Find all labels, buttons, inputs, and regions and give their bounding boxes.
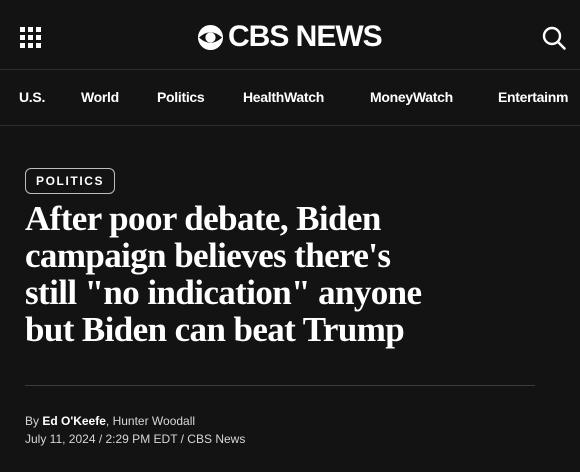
nav-item-entertainment[interactable]: Entertainm: [498, 89, 568, 105]
cbs-news-logo[interactable]: CBS NEWS: [197, 20, 383, 54]
headline-line: but Biden can beat Trump: [25, 310, 405, 349]
grid-dot: [20, 43, 25, 48]
grid-dot: [28, 27, 33, 32]
logo-wordmark: CBS NEWS: [228, 20, 383, 53]
headline-line: campaign believes there's: [25, 236, 391, 275]
article-header: POLITICS After poor debate, Biden campai…: [0, 126, 580, 472]
dateline: July 11, 2024 / 2:29 PM EDT / CBS News: [25, 432, 246, 446]
byline: By Ed O'Keefe, Hunter Woodall: [25, 414, 195, 428]
nav-item-healthwatch[interactable]: HealthWatch: [243, 89, 324, 105]
top-bar: CBS NEWS: [0, 0, 580, 70]
grid-dot: [20, 35, 25, 40]
grid-dot: [36, 27, 41, 32]
nav-item-politics[interactable]: Politics: [157, 89, 205, 105]
byline-prefix: By: [25, 414, 43, 428]
grid-dot: [20, 27, 25, 32]
grid-dot: [36, 43, 41, 48]
headline-line: still "no indication" anyone: [25, 273, 422, 312]
headline: After poor debate, Biden campaign believ…: [25, 200, 545, 348]
author-link[interactable]: Hunter Woodall: [113, 414, 196, 428]
nav-item-us[interactable]: U.S.: [19, 89, 45, 105]
section-nav: U.S. World Politics HealthWatch MoneyWat…: [0, 70, 580, 126]
cbs-eye-icon: [197, 24, 224, 50]
grid-dot: [28, 43, 33, 48]
headline-line: After poor debate, Biden: [25, 199, 381, 238]
author-link[interactable]: Ed O'Keefe: [42, 414, 106, 428]
author-separator: ,: [105, 414, 113, 428]
grid-dot: [28, 35, 33, 40]
nav-item-moneywatch[interactable]: MoneyWatch: [370, 89, 453, 105]
grid-dot: [36, 35, 41, 40]
divider: [25, 385, 535, 386]
search-icon[interactable]: [540, 24, 568, 52]
section-badge[interactable]: POLITICS: [25, 168, 116, 194]
grid-menu-icon[interactable]: [20, 27, 41, 48]
nav-item-world[interactable]: World: [81, 89, 119, 105]
